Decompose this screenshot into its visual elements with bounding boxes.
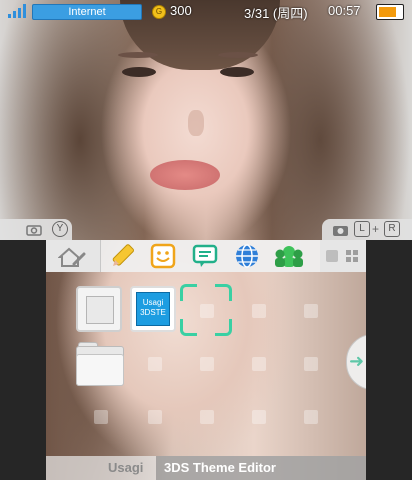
empty-slot[interactable] (252, 304, 266, 318)
view-small-icon[interactable] (326, 250, 338, 262)
play-coin-count: 300 (170, 3, 192, 18)
bottom-title-bar: Usagi 3DS Theme Editor (46, 456, 366, 480)
plus-glyph: + (372, 222, 380, 236)
status-bar: Internet G 300 3/31 (周四) 00:57 (0, 0, 412, 22)
connection-status: Internet (32, 4, 142, 20)
empty-slot[interactable] (252, 357, 266, 371)
empty-slot[interactable] (304, 304, 318, 318)
miiverse-smile-icon[interactable] (150, 243, 176, 269)
wallpaper-eye-left (122, 67, 156, 77)
view-grid-icon[interactable] (346, 250, 358, 262)
r-button-icon: R (384, 221, 400, 237)
empty-slot[interactable] (148, 410, 162, 424)
home-settings-icon (58, 247, 86, 267)
usagi-tile-line2: 3DSTE (140, 308, 166, 317)
wifi-signal-icon (8, 4, 28, 18)
camera-icon (333, 226, 348, 236)
friends-icon[interactable] (274, 243, 304, 269)
top-screen-wallpaper: Internet G 300 3/31 (周四) 00:57 Y L + R (0, 0, 412, 240)
internet-globe-icon[interactable] (234, 243, 260, 269)
y-button-icon: Y (52, 221, 68, 237)
bottom-screen: Usagi 3DSTE ➜ Usagi 3DS Theme Editor (46, 240, 366, 480)
clock-label: 00:57 (328, 3, 361, 18)
camera-folder-icon (26, 225, 42, 236)
screenshot-tab-left[interactable]: Y (0, 219, 72, 240)
screenshot-tab-right[interactable]: L + R (322, 219, 412, 240)
selection-cursor (180, 284, 232, 336)
usagi-tile-line1: Usagi (142, 298, 164, 307)
battery-icon (376, 4, 404, 20)
empty-slot[interactable] (200, 410, 214, 424)
wallpaper-brow-left (118, 52, 158, 58)
title-bar-right-text: 3DS Theme Editor (164, 460, 276, 475)
l-button-icon: L (354, 221, 370, 237)
usagi-app-icon: Usagi 3DSTE (136, 292, 170, 326)
app-tile-usagi-3dste[interactable]: Usagi 3DSTE (130, 286, 176, 332)
notification-speech-icon[interactable] (192, 243, 218, 269)
wallpaper-eye-right (220, 67, 254, 77)
empty-slot[interactable] (252, 410, 266, 424)
empty-slot[interactable] (148, 357, 162, 371)
scroll-right-button[interactable]: ➜ (346, 334, 366, 390)
title-bar-left-text: Usagi (108, 460, 144, 475)
wallpaper-nose (188, 110, 204, 136)
view-toggle-group (320, 240, 366, 272)
blank-app-icon (86, 296, 114, 324)
side-margin-right (366, 240, 412, 480)
folder-tile[interactable] (76, 340, 124, 386)
wallpaper-lips (150, 160, 220, 190)
wallpaper-brow-right (218, 52, 258, 58)
pencil-icon[interactable] (110, 243, 136, 269)
empty-slot[interactable] (94, 410, 108, 424)
app-tile-blank[interactable] (76, 286, 122, 332)
home-settings-button[interactable] (46, 240, 101, 272)
date-label: 3/31 (周四) (244, 6, 308, 21)
arrow-right-icon: ➜ (349, 351, 365, 371)
home-menu-toolbar (46, 240, 366, 272)
side-margin-left (0, 240, 46, 480)
empty-slot[interactable] (304, 410, 318, 424)
empty-slot[interactable] (200, 357, 214, 371)
play-coin-icon: G (152, 5, 166, 19)
empty-slot[interactable] (304, 357, 318, 371)
